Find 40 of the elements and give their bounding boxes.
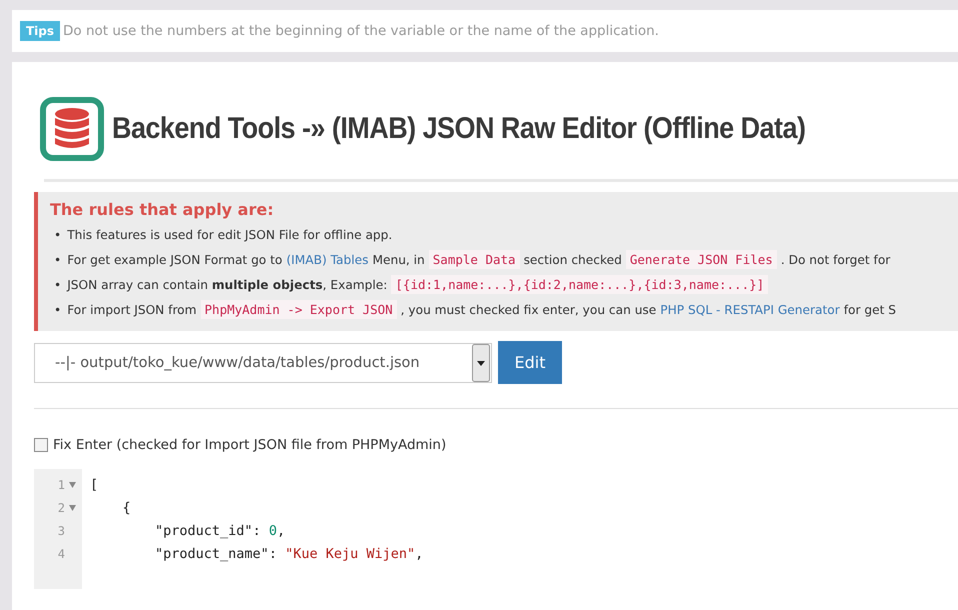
page-title: Backend Tools -» (IMAB) JSON Raw Editor (Offline Data): [112, 112, 806, 146]
bullet: •: [54, 303, 62, 317]
bullet: •: [54, 228, 62, 242]
fix-enter-checkbox[interactable]: [34, 438, 48, 452]
rule-text: For import JSON from: [67, 303, 197, 317]
rule-link[interactable]: PHP SQL - RESTAPI Generator: [660, 303, 840, 317]
fold-icon[interactable]: [69, 482, 76, 488]
line-number: 2: [58, 500, 65, 514]
rule-text: This features is used for edit JSON File for offline app.: [67, 228, 392, 242]
code-line: {: [122, 500, 131, 516]
tips-text: Do not use the numbers at the beginning of the variable or the name of the application.: [63, 23, 659, 39]
code-editor[interactable]: 1 2 3 4 [ { "product_id": 0, "product_name": "Kue Keju Wijen",: [34, 469, 958, 589]
code-snippet: Sample Data: [428, 250, 520, 269]
code-snippet: [{id:1,name:...},{id:2,name:...},{id:3,name:...}]: [391, 275, 768, 294]
fold-icon[interactable]: [69, 504, 76, 510]
rule-text: For get example JSON Format go to: [67, 253, 282, 267]
line-number: 3: [58, 524, 65, 538]
line-number: 4: [58, 546, 65, 560]
edit-button[interactable]: Edit: [498, 341, 562, 384]
rule-text: . Do not forget for: [780, 253, 890, 267]
code-line: "product_id": 0,: [154, 522, 286, 538]
rule-text: for get S: [844, 303, 896, 317]
bullet: •: [54, 278, 62, 292]
database-icon: [40, 97, 104, 161]
rule-text: Menu, in: [372, 253, 425, 267]
bullet: •: [54, 253, 62, 267]
code-snippet: PhpMyAdmin -> Export JSON: [200, 300, 397, 319]
caret-icon: [472, 344, 490, 382]
rule-text: section checked: [524, 253, 622, 267]
fix-enter-label: Fix Enter (checked for Import JSON file from PHPMyAdmin): [53, 437, 446, 453]
code-line: [: [90, 476, 98, 492]
rule-text: , you must checked fix enter, you can use: [400, 303, 656, 317]
code-snippet: Generate JSON Files: [626, 250, 777, 269]
rule-text: JSON array can contain multiple objects, Example:: [67, 278, 388, 292]
file-select[interactable]: --|- output/toko_kue/www/data/tables/product.json: [34, 342, 492, 382]
line-number: 1: [58, 478, 65, 492]
rule-link[interactable]: (IMAB) Tables: [286, 253, 368, 267]
rules-heading: The rules that apply are:: [50, 200, 275, 219]
code-line: "product_name": "Kue Keju Wijen",: [154, 546, 424, 562]
tips-badge: Tips: [20, 21, 60, 41]
